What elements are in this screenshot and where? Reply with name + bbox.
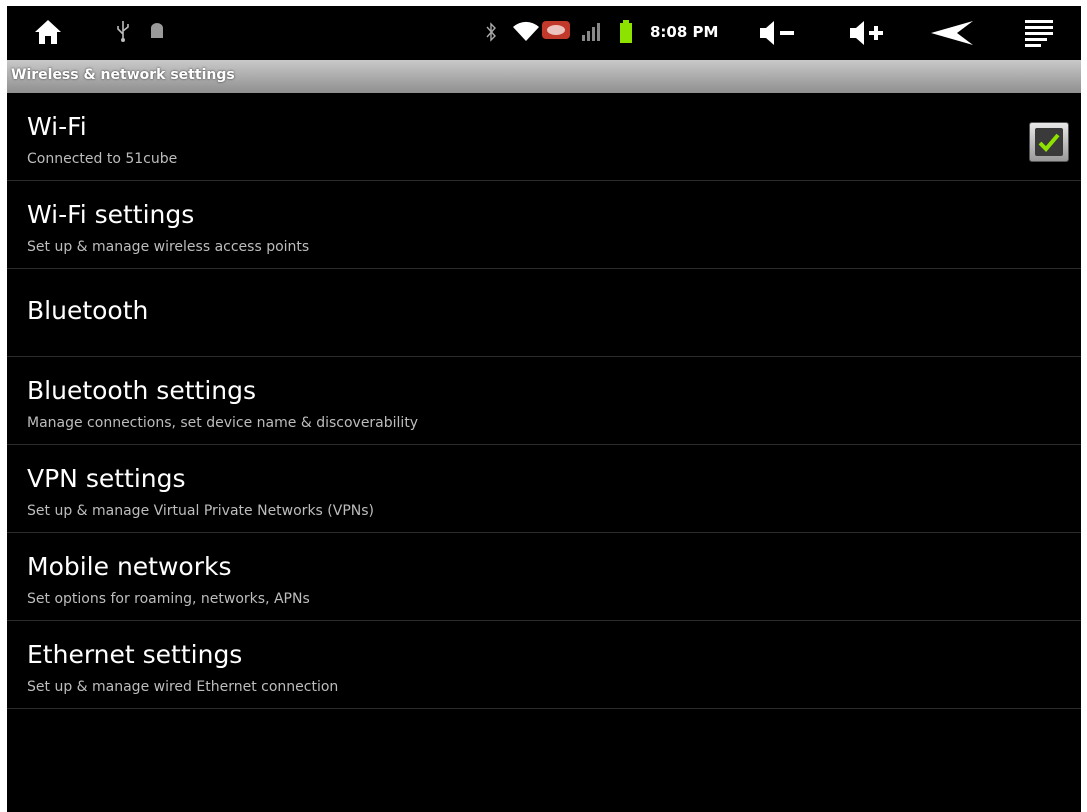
setting-wifi-settings[interactable]: Wi-Fi settings Set up & manage wireless … (7, 181, 1081, 269)
signal-icon (582, 23, 600, 41)
setting-title: Bluetooth (27, 296, 149, 325)
screen-title-bar: Wireless & network settings (7, 60, 1081, 93)
home-icon[interactable] (33, 18, 63, 46)
setting-ethernet-settings[interactable]: Ethernet settings Set up & manage wired … (7, 621, 1081, 709)
setting-summary: Set up & manage wired Ethernet connectio… (27, 679, 339, 695)
wifi-icon (513, 21, 539, 41)
notification-icon (542, 21, 570, 39)
screen-title: Wireless & network settings (11, 67, 235, 83)
volume-up-icon[interactable] (848, 18, 888, 48)
setting-bluetooth-settings[interactable]: Bluetooth settings Manage connections, s… (7, 357, 1081, 445)
setting-vpn-settings[interactable]: VPN settings Set up & manage Virtual Pri… (7, 445, 1081, 533)
setting-title: Ethernet settings (27, 640, 243, 669)
setting-mobile-networks[interactable]: Mobile networks Set options for roaming,… (7, 533, 1081, 621)
check-mark-icon (1038, 133, 1060, 152)
setting-title: Wi-Fi (27, 112, 87, 141)
bluetooth-icon (486, 22, 496, 42)
battery-icon (620, 20, 632, 43)
android-debug-icon (151, 23, 163, 38)
setting-bluetooth[interactable]: Bluetooth (7, 269, 1081, 357)
setting-summary: Manage connections, set device name & di… (27, 415, 419, 431)
menu-icon[interactable] (1023, 18, 1055, 48)
setting-title: VPN settings (27, 464, 186, 493)
status-bar: 8:08 PM (7, 6, 1081, 60)
setting-summary: Set options for roaming, networks, APNs (27, 591, 310, 607)
setting-title: Bluetooth settings (27, 376, 257, 405)
device-screen: 8:08 PM Wireless & network settings Wi-F… (7, 6, 1081, 812)
setting-summary: Set up & manage Virtual Private Networks… (27, 503, 374, 519)
volume-down-icon[interactable] (758, 18, 798, 48)
clock: 8:08 PM (650, 23, 719, 41)
settings-list: Wi-Fi Connected to 51cube Wi-Fi settings… (7, 93, 1081, 709)
setting-title: Mobile networks (27, 552, 232, 581)
setting-summary: Connected to 51cube (27, 151, 178, 167)
back-icon[interactable] (929, 19, 975, 47)
setting-summary: Set up & manage wireless access points (27, 239, 310, 255)
setting-wifi[interactable]: Wi-Fi Connected to 51cube (7, 93, 1081, 181)
setting-title: Wi-Fi settings (27, 200, 195, 229)
usb-icon (117, 21, 129, 42)
wifi-checkbox[interactable] (1029, 122, 1069, 162)
